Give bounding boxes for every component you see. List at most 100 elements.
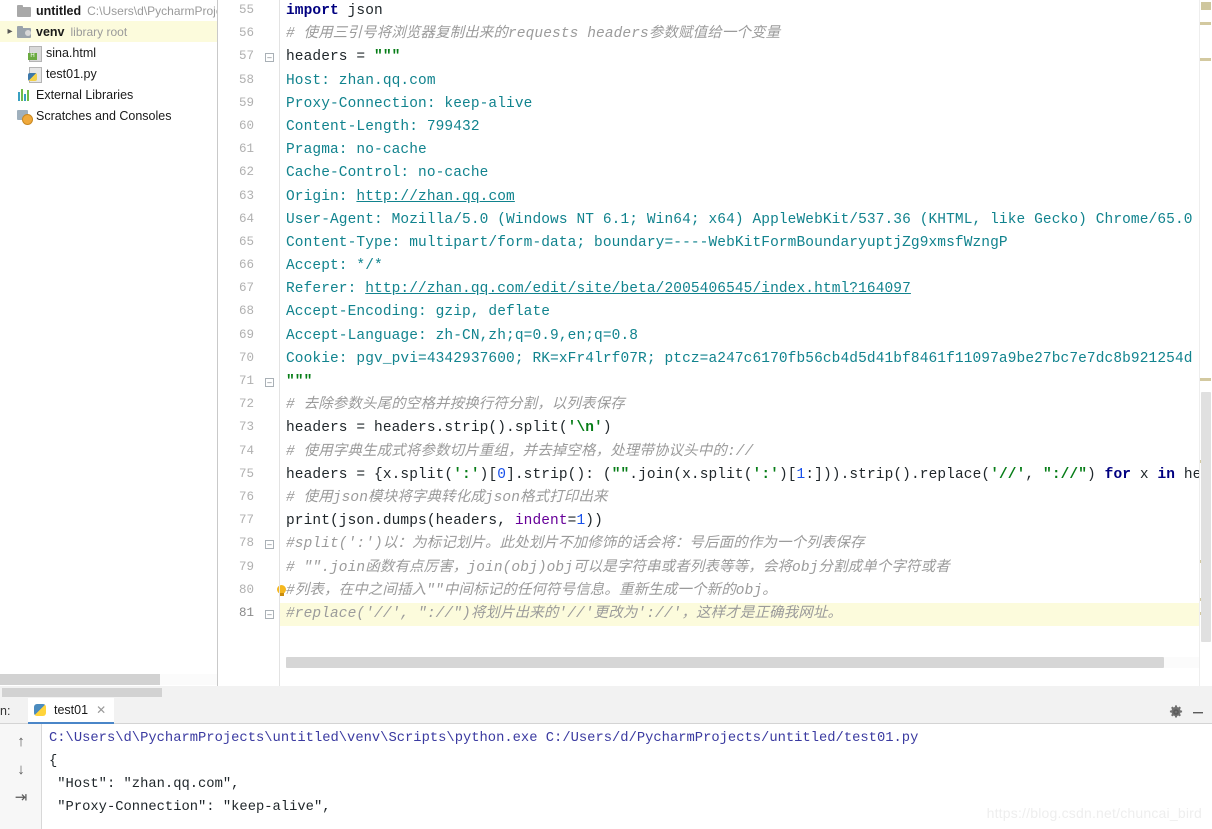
code-line-72[interactable]: # 去除参数头尾的空格并按换行符分割，以列表保存 [280, 394, 1212, 417]
gutter-line-73[interactable]: 73 [218, 417, 280, 440]
editor-gutter[interactable]: 55 56 57 58 59 60 61 62 63 64 65 66 67 68 69 70 71 72 73 74… [218, 0, 286, 686]
fold-toggle-icon[interactable] [265, 540, 274, 550]
minimize-icon[interactable] [1190, 704, 1206, 720]
gutter-line-70[interactable]: 70 [218, 348, 280, 371]
console-side-toolbar[interactable]: ↑ ↓ ⇥ [0, 724, 42, 829]
gutter-line-63[interactable]: 63 [218, 186, 280, 209]
scroll-down-icon[interactable]: ↓ [8, 756, 34, 782]
code-line-75[interactable]: headers = {x.split(':')[0].strip(): ("".… [280, 464, 1212, 487]
soft-wrap-icon[interactable]: ⇥ [8, 784, 34, 810]
code-line-77[interactable]: print(json.dumps(headers, indent=1)) [280, 510, 1212, 533]
gutter-line-55[interactable]: 55 [218, 0, 280, 23]
fold-toggle-icon[interactable] [265, 609, 274, 619]
marker-warning-top[interactable] [1201, 2, 1211, 10]
line-number: 75 [238, 466, 254, 481]
code-line-63[interactable]: Origin: http://zhan.qq.com [280, 186, 1212, 209]
code-line-68[interactable]: Accept-Encoding: gzip, deflate [280, 301, 1212, 324]
line-number: 72 [238, 397, 254, 412]
marker-stripe[interactable] [1200, 22, 1211, 25]
editor-hscrollbar-thumb[interactable] [286, 657, 1164, 668]
gutter-line-57[interactable]: 57 [218, 46, 280, 69]
line-number: 62 [238, 165, 254, 180]
scroll-up-icon[interactable]: ↑ [8, 728, 34, 754]
gutter-line-69[interactable]: 69 [218, 325, 280, 348]
code-line-70[interactable]: Cookie: pgv_pvi=4342937600; RK=xFr4lrf07… [280, 348, 1212, 371]
code-line-71[interactable]: """ [280, 371, 1212, 394]
gutter-line-79[interactable]: 79 [218, 557, 280, 580]
code-line-56[interactable]: # 使用三引号将浏览器复制出来的requests headers参数赋值给一个变… [280, 23, 1212, 46]
gutter-line-64[interactable]: 64 [218, 209, 280, 232]
gutter-line-59[interactable]: 59 [218, 93, 280, 116]
code-editor[interactable]: 55 56 57 58 59 60 61 62 63 64 65 66 67 68 69 70 71 72 73 74… [218, 0, 1212, 686]
line-number: 79 [238, 559, 254, 574]
gutter-line-71[interactable]: 71 [218, 371, 280, 394]
editor-vscrollbar-thumb[interactable] [1201, 392, 1211, 642]
gear-icon[interactable] [1168, 704, 1184, 720]
fold-toggle-icon[interactable] [265, 53, 274, 63]
console-tab-test01[interactable]: test01 ✕ [28, 698, 115, 724]
gutter-line-80[interactable]: 80 [218, 580, 286, 603]
code-line-62[interactable]: Cache-Control: no-cache [280, 162, 1212, 185]
scratches-icon [16, 108, 33, 125]
project-horizontal-scrollbar-thumb[interactable] [0, 674, 160, 685]
gutter-line-61[interactable]: 61 [218, 139, 280, 162]
tool-window-hscrollbar-thumb[interactable] [2, 688, 162, 697]
tree-row-external-libraries[interactable]: External Libraries [0, 84, 217, 105]
code-line-73[interactable]: headers = headers.strip().split('\n') [280, 417, 1212, 440]
gutter-line-76[interactable]: 76 [218, 487, 280, 510]
python-file-icon [26, 66, 42, 83]
gutter-line-60[interactable]: 60 [218, 116, 280, 139]
code-line-61[interactable]: Pragma: no-cache [280, 139, 1212, 162]
tree-row-sina-html[interactable]: sina.html [0, 42, 217, 63]
tree-twisty-venv[interactable]: ▸ [4, 26, 16, 37]
close-icon[interactable]: ✕ [96, 704, 106, 716]
code-line-69[interactable]: Accept-Language: zh-CN,zh;q=0.9,en;q=0.8 [280, 325, 1212, 348]
marker-stripe[interactable] [1200, 58, 1211, 61]
project-tool-window[interactable]: untitled C:\Users\d\PycharmProje ▸ venv … [0, 0, 218, 686]
code-line-81[interactable]: #replace('//', "://")将划片出来的'//'更改为'://'，… [280, 602, 1212, 627]
code-line-74[interactable]: # 使用字典生成式将参数切片重组，并去掉空格，处理带协议头中的:// [280, 441, 1212, 464]
gutter-line-81[interactable]: 81 [218, 603, 280, 626]
editor-code-area[interactable]: import json # 使用三引号将浏览器复制出来的requests head… [280, 0, 1212, 686]
gutter-line-65[interactable]: 65 [218, 232, 280, 255]
gutter-line-74[interactable]: 74 [218, 441, 280, 464]
code-line-76[interactable]: # 使用json模块将字典转化成json格式打印出来 [280, 487, 1212, 510]
project-root-name: untitled [36, 3, 82, 18]
code-line-64[interactable]: User-Agent: Mozilla/5.0 (Windows NT 6.1;… [280, 209, 1212, 232]
gutter-line-66[interactable]: 66 [218, 255, 280, 278]
gutter-line-78[interactable]: 78 [218, 533, 280, 556]
tree-row-test01-py[interactable]: test01.py [0, 63, 217, 84]
tree-row-venv[interactable]: ▸ venv library root [0, 21, 217, 42]
code-line-58[interactable]: Host: zhan.qq.com [280, 70, 1212, 93]
run-tool-window[interactable]: n: test01 ✕ ↑ ↓ ⇥ C:\Users\d\PycharmProj… [0, 686, 1212, 829]
tool-window-hscrollbar-track[interactable] [0, 686, 1212, 698]
gutter-line-75[interactable]: 75 [218, 464, 280, 487]
code-line-65[interactable]: Content-Type: multipart/form-data; bound… [280, 232, 1212, 255]
code-line-66[interactable]: Accept: */* [280, 255, 1212, 278]
code-line-78[interactable]: #split(':')以：为标记划片。此处划片不加修饰的话会将：号后面的作为一个… [280, 533, 1212, 556]
code-line-55[interactable]: import json [280, 0, 1212, 23]
code-line-60[interactable]: Content-Length: 799432 [280, 116, 1212, 139]
gutter-line-67[interactable]: 67 [218, 278, 280, 301]
code-line-79[interactable]: # "".join函数有点厉害，join(obj)obj可以是字符串或者列表等等… [280, 557, 1212, 580]
fold-toggle-icon[interactable] [265, 378, 274, 387]
gutter-line-58[interactable]: 58 [218, 70, 280, 93]
code-line-57[interactable]: headers = """ [280, 46, 1212, 69]
tree-row-root[interactable]: untitled C:\Users\d\PycharmProje [0, 0, 217, 21]
code-line-80[interactable]: #列表，在中之间插入""中间标记的任何符号信息。重新生成一个新的obj。 [280, 580, 1212, 603]
pycharm-window: untitled C:\Users\d\PycharmProje ▸ venv … [0, 0, 1212, 829]
line-number: 81 [238, 605, 254, 620]
gutter-line-68[interactable]: 68 [218, 301, 280, 324]
editor-marker-bar[interactable] [1199, 0, 1212, 686]
gutter-line-72[interactable]: 72 [218, 394, 280, 417]
marker-stripe[interactable] [1200, 378, 1211, 381]
run-window-label: n: [0, 704, 11, 718]
line-number: 68 [238, 304, 254, 319]
code-line-67[interactable]: Referer: http://zhan.qq.com/edit/site/be… [280, 278, 1212, 301]
gutter-line-62[interactable]: 62 [218, 162, 280, 185]
folder-icon [16, 3, 32, 19]
gutter-line-77[interactable]: 77 [218, 510, 280, 533]
gutter-line-56[interactable]: 56 [218, 23, 280, 46]
code-line-59[interactable]: Proxy-Connection: keep-alive [280, 93, 1212, 116]
tree-row-scratches[interactable]: Scratches and Consoles [0, 105, 217, 126]
